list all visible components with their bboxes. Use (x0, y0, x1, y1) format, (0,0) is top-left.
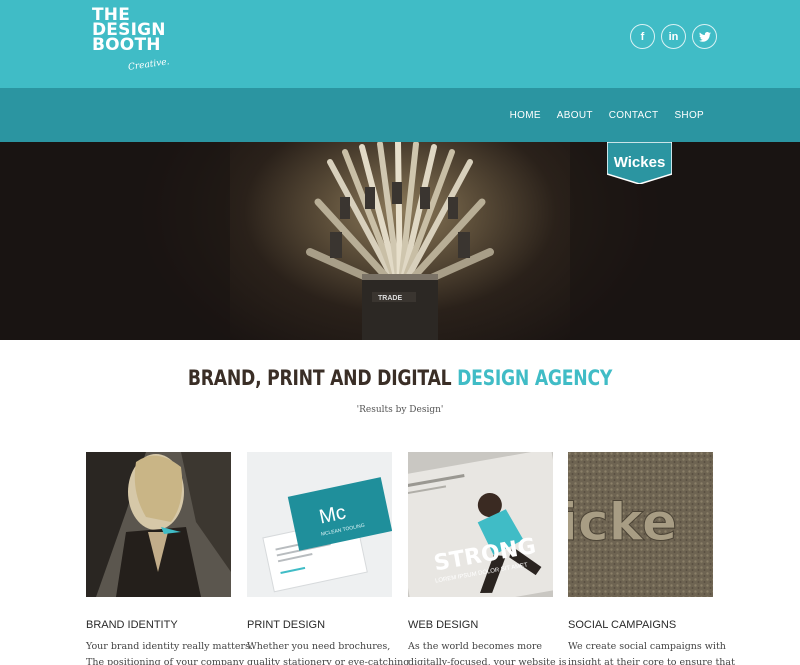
service-description: Your brand identity really matters. The … (86, 641, 253, 665)
service-description: We create social campaigns with insight … (568, 641, 735, 665)
print-design-image[interactable]: Mc MCLEAN TOOLING (247, 452, 392, 597)
web-design-image[interactable]: STRONG LOREM IPSUM DOLOR SIT AMET (408, 452, 553, 597)
wickes-label: Wickes (614, 154, 666, 171)
site-header: THE DESIGN BOOTH Creative. f in (0, 0, 800, 88)
service-description: As the world becomes more digitally-focu… (408, 641, 567, 665)
facebook-icon[interactable]: f (630, 24, 655, 49)
tagline: 'Results by Design' (356, 405, 444, 415)
linkedin-icon[interactable]: in (661, 24, 686, 49)
social-links: f in (630, 24, 717, 49)
brand-identity-image[interactable] (86, 452, 231, 597)
headline-main: BRAND, PRINT AND DIGITAL (187, 366, 458, 390)
nav-home[interactable]: HOME (510, 110, 541, 121)
hero-banner: TRADE Wickes (0, 142, 800, 340)
site-logo[interactable]: THE DESIGN BOOTH Creative. (92, 7, 182, 76)
service-print-design[interactable]: Mc MCLEAN TOOLING PRINT DESIGN Whether y… (247, 452, 409, 665)
service-description: Whether you need brochures, quality stat… (247, 641, 410, 665)
nav-shop[interactable]: SHOP (674, 110, 704, 121)
social-campaigns-image[interactable]: icke (568, 452, 713, 597)
service-social-campaigns[interactable]: icke SOCIAL CAMPAIGNS We create social c… (568, 452, 735, 665)
page-headline: BRAND, PRINT AND DIGITAL DESIGN AGENCY (72, 366, 728, 390)
twitter-icon[interactable] (692, 24, 717, 49)
nav-contact[interactable]: CONTACT (609, 110, 659, 121)
service-title[interactable]: PRINT DESIGN (247, 619, 392, 631)
wickes-badge: Wickes (607, 142, 672, 184)
texture-word: icke (568, 493, 677, 553)
logo-line-3: BOOTH (92, 35, 161, 55)
can-label: TRADE (378, 295, 402, 302)
service-title[interactable]: BRAND IDENTITY (86, 619, 231, 631)
main-navigation: HOME ABOUT CONTACT SHOP (0, 88, 800, 142)
paintbrush-throne-image: TRADE (0, 142, 800, 340)
service-title[interactable]: SOCIAL CAMPAIGNS (568, 619, 713, 631)
service-brand-identity[interactable]: BRAND IDENTITY Your brand identity reall… (86, 452, 253, 665)
logo-script: Creative. (127, 57, 171, 73)
service-title[interactable]: WEB DESIGN (408, 619, 553, 631)
nav-about[interactable]: ABOUT (557, 110, 593, 121)
headline-accent: DESIGN AGENCY (457, 366, 613, 390)
service-web-design[interactable]: STRONG LOREM IPSUM DOLOR SIT AMET WEB DE… (408, 452, 567, 665)
